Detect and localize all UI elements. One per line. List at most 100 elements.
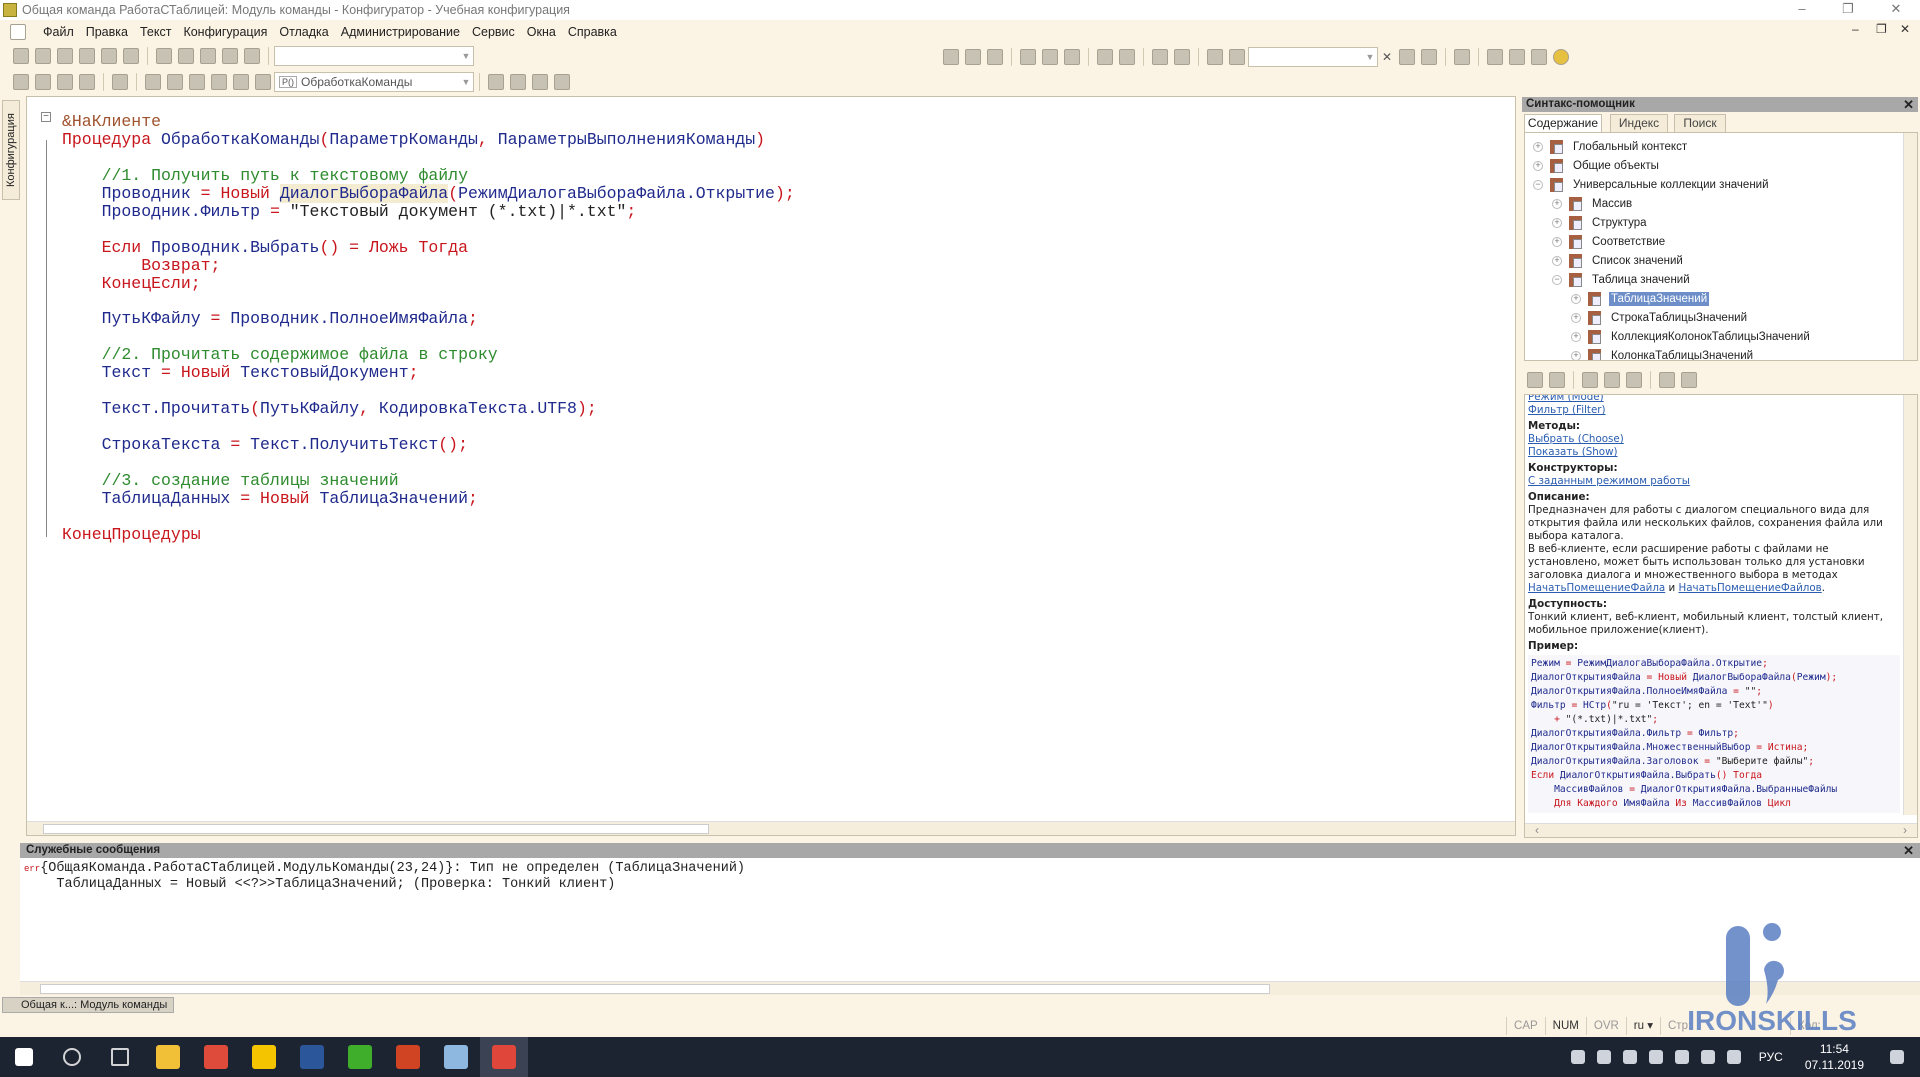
code-line[interactable]: СтрокаТекста = Текст.ПолучитьТекст(); [62, 436, 795, 454]
bookmark-prev-icon[interactable] [532, 74, 548, 90]
code-line[interactable] [62, 454, 795, 472]
minimize-button[interactable]: – [1782, 0, 1822, 20]
code-line[interactable]: КонецПроцедуры [62, 525, 795, 544]
code-line[interactable] [62, 293, 795, 311]
mdi-close-button[interactable]: ✕ [1900, 22, 1910, 36]
tree-item[interactable]: + Общие объекты [1533, 156, 1661, 175]
expand-icon[interactable]: + [1533, 160, 1543, 171]
new-icon[interactable] [943, 49, 959, 65]
block-indent-icon[interactable] [145, 74, 161, 90]
code-line[interactable] [62, 221, 795, 239]
contents-tree[interactable]: + Глобальный контекст + Общие объекты − Униве… [1524, 132, 1918, 361]
code-line[interactable] [62, 508, 795, 526]
tray-display-icon[interactable] [1622, 1050, 1637, 1064]
find-next-icon[interactable] [1399, 49, 1416, 65]
code-line[interactable]: ТаблицаДанных = Новый ТаблицаЗначений; [62, 490, 795, 508]
back-icon[interactable] [1527, 372, 1543, 388]
info-icon[interactable] [1553, 49, 1570, 65]
code-line[interactable]: Проводник.Фильтр = "Текстовый документ (… [62, 202, 795, 221]
taskbar-word[interactable] [288, 1037, 336, 1077]
undo-icon[interactable] [1152, 49, 1168, 65]
fold-toggle-icon[interactable]: − [41, 112, 51, 122]
tray-security-icon[interactable] [1648, 1050, 1663, 1064]
preview-icon[interactable] [1119, 49, 1135, 65]
volume-icon[interactable] [1700, 1050, 1715, 1064]
help-link-mode[interactable]: Режим (Mode) [1528, 395, 1900, 404]
expand-icon[interactable]: + [1571, 293, 1581, 304]
locals-icon[interactable] [222, 48, 238, 64]
form-icon[interactable] [35, 74, 51, 90]
bookmark-next-icon[interactable] [510, 74, 526, 90]
status-lang[interactable]: ru ▾ [1625, 1017, 1660, 1035]
help-link-constructor[interactable]: С заданным режимом работы [1528, 475, 1900, 488]
expand-icon[interactable]: + [1552, 198, 1562, 209]
code-line[interactable]: Возврат; [62, 256, 795, 275]
code-line[interactable]: ДиалогОткрытияФайла.Заголовок = "Выберит… [1531, 755, 1897, 769]
help-scrollbar[interactable] [1903, 395, 1917, 815]
code-line[interactable]: + "(*.txt)|*.txt"; [1531, 713, 1897, 727]
taskbar-notepad-pen[interactable] [432, 1037, 480, 1077]
expand-icon[interactable]: + [1552, 255, 1562, 266]
taskbar-chrome[interactable] [192, 1037, 240, 1077]
code-line[interactable]: Процедура ОбработкаКоманды(ПараметрКоман… [62, 130, 795, 149]
chevron-down-icon[interactable]: ▼ [459, 51, 473, 61]
go-up-icon[interactable] [1604, 372, 1620, 388]
network-icon[interactable] [1674, 1050, 1689, 1064]
code-line[interactable]: КонецЕсли; [62, 274, 795, 293]
calc-icon[interactable] [178, 48, 194, 64]
search-combo[interactable]: ▼ [1248, 47, 1378, 67]
help-link-show[interactable]: Показать (Show) [1528, 446, 1900, 459]
tools-icon[interactable] [1487, 49, 1504, 65]
run-to-cursor-icon[interactable] [79, 48, 95, 64]
code-line[interactable]: //3. создание таблицы значений [62, 472, 795, 490]
print-icon[interactable] [1097, 49, 1113, 65]
code-line[interactable] [62, 149, 795, 167]
procedure-search-icon[interactable] [255, 74, 271, 90]
tree-item[interactable]: − Универсальные коллекции значений [1533, 175, 1771, 194]
editor-horizontal-scrollbar[interactable] [27, 821, 1515, 835]
code-line[interactable]: Если Проводник.Выбрать() = Ложь Тогда [62, 238, 795, 257]
forward-icon[interactable] [1549, 372, 1565, 388]
copy-icon[interactable] [1042, 49, 1058, 65]
expand-icon[interactable]: + [1552, 236, 1562, 247]
menu-text[interactable]: Текст [140, 25, 171, 39]
expand-icon[interactable]: + [1552, 217, 1562, 228]
clock[interactable]: 11:54 07.11.2019 [1805, 1041, 1864, 1073]
print-icon[interactable] [1659, 372, 1675, 388]
help-horizontal-scrollbar[interactable]: ‹ › [1525, 823, 1917, 837]
expand-icon[interactable]: + [1533, 141, 1543, 152]
close-icon[interactable]: ✕ [1903, 843, 1914, 858]
code-line[interactable]: Текст.Прочитать(ПутьКФайлу, КодировкаТек… [62, 400, 795, 418]
expand-icon[interactable]: + [1571, 331, 1581, 342]
message-detail[interactable]: ТаблицаДанных = Новый <<?>>ТаблицаЗначен… [24, 877, 745, 893]
mdi-minimize-button[interactable]: – [1852, 22, 1859, 36]
restore-button[interactable]: ❐ [1828, 0, 1868, 20]
help-link-filter[interactable]: Фильтр (Filter) [1528, 404, 1900, 417]
collapse-icon[interactable]: − [1533, 179, 1543, 190]
message-error[interactable]: err{ОбщаяКоманда.РаботаСТаблицей.МодульК… [24, 861, 745, 877]
menu-file[interactable]: Файл [43, 25, 74, 39]
mdi-restore-button[interactable]: ❐ [1876, 22, 1887, 36]
find-in-tree-icon[interactable] [1582, 372, 1598, 388]
expand-icon[interactable]: + [1571, 350, 1581, 360]
taskbar-search[interactable] [48, 1037, 96, 1077]
code-line[interactable] [62, 382, 795, 400]
menu-configuration[interactable]: Конфигурация [183, 25, 267, 39]
block-unindent-icon[interactable] [167, 74, 183, 90]
run-icon[interactable] [112, 74, 128, 90]
step-over-icon[interactable] [35, 48, 51, 64]
taskbar-1c-configurator[interactable] [480, 1037, 528, 1077]
help-link-put-file[interactable]: НачатьПомещениеФайла [1528, 582, 1665, 594]
code-line[interactable]: Текст = Новый ТекстовыйДокумент; [62, 364, 795, 382]
expand-icon[interactable]: + [1571, 312, 1581, 323]
uncomment-icon[interactable] [211, 74, 227, 90]
timer-icon[interactable] [244, 48, 260, 64]
format-icon[interactable] [233, 74, 249, 90]
chevron-down-icon[interactable]: ▼ [459, 77, 473, 87]
scroll-right-icon[interactable]: › [1903, 824, 1907, 837]
tray-eye-icon[interactable] [1596, 1050, 1611, 1064]
menu-administration[interactable]: Администрирование [341, 25, 460, 39]
tree-item[interactable]: − Таблица значений [1552, 270, 1692, 289]
code-line[interactable]: //1. Получить путь к текстовому файлу [62, 166, 795, 185]
code-editor[interactable]: − &НаКлиенте Процедура ОбработкаКоманды(П… [26, 96, 1516, 836]
